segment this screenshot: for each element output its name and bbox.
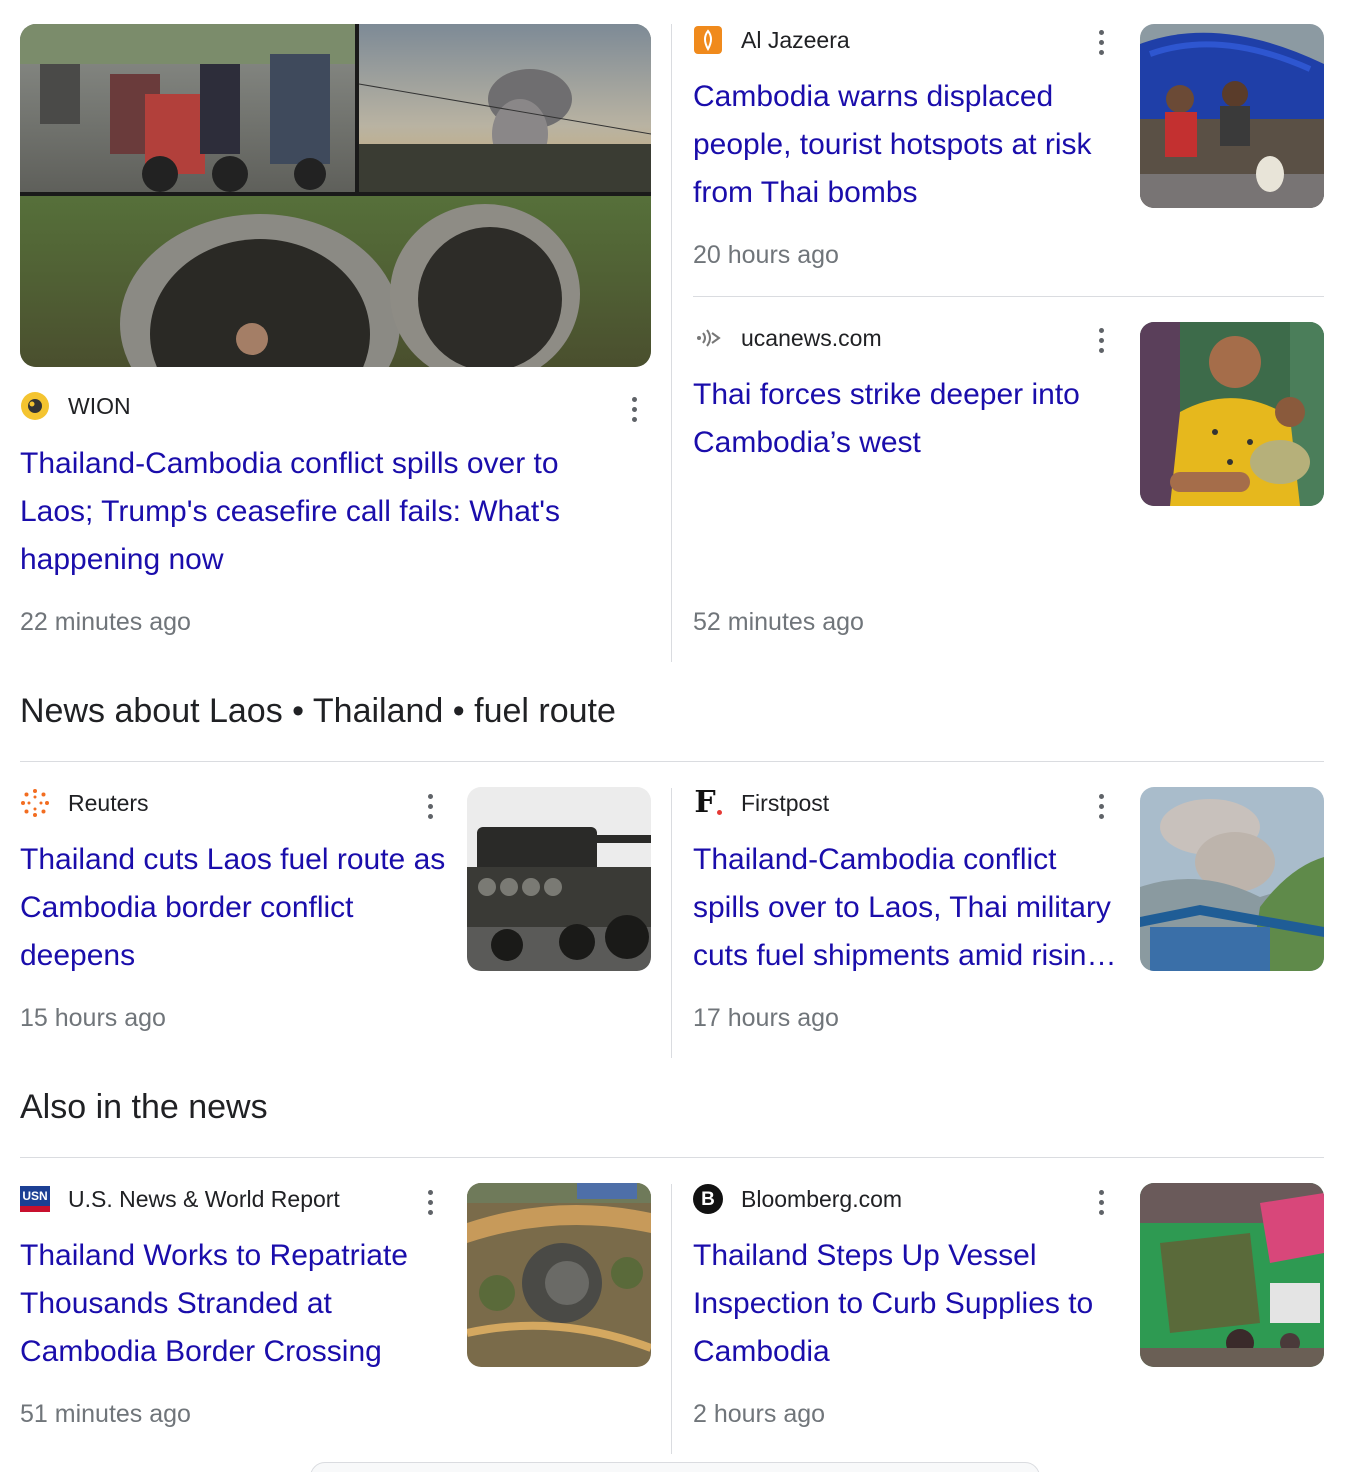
source-name: Firstpost: [741, 789, 830, 816]
section-heading: Also in the news: [20, 1088, 268, 1126]
source-name: U.S. News & World Report: [68, 1185, 340, 1212]
section-divider: [20, 761, 1324, 762]
source-name: Reuters: [68, 789, 149, 816]
article-thumbnail[interactable]: [1140, 787, 1324, 971]
bloomberg-logo-circle: B: [693, 1184, 723, 1214]
more-options-icon[interactable]: [1089, 323, 1113, 357]
article-title[interactable]: Thailand-Cambodia conflict spills over t…: [20, 440, 630, 584]
reuters-logo-icon: [20, 788, 50, 818]
article-title[interactable]: Thailand Steps Up Vessel Inspection to C…: [693, 1232, 1123, 1376]
source-wion[interactable]: WION: [20, 390, 131, 422]
article-thumbnail[interactable]: [467, 787, 651, 971]
aerial-image: [467, 1183, 651, 1367]
smoke-hills-image: [1140, 787, 1324, 971]
article-image-wion[interactable]: [20, 24, 651, 367]
more-options-icon[interactable]: [1089, 789, 1113, 823]
article-time: 52 minutes ago: [693, 608, 864, 636]
article-time: 20 hours ago: [693, 241, 839, 269]
column-divider: [671, 788, 672, 1058]
source-ucanews[interactable]: ucanews.com: [693, 322, 882, 354]
source-bloomberg[interactable]: B Bloomberg.com: [693, 1183, 902, 1215]
column-divider: [671, 1184, 672, 1454]
article-time: 2 hours ago: [693, 1400, 826, 1428]
article-title[interactable]: Thai forces strike deeper into Cambodia’…: [693, 371, 1123, 467]
bloomberg-logo-icon: B: [693, 1184, 723, 1214]
source-al-jazeera[interactable]: Al Jazeera: [693, 24, 850, 56]
section-heading: News about Laos • Thailand • fuel route: [20, 692, 616, 730]
source-name: Al Jazeera: [741, 26, 850, 53]
firstpost-logo-text: F: [694, 785, 716, 820]
firstpost-dot: [716, 809, 722, 815]
al-jazeera-logo-icon: [693, 25, 723, 55]
collage-image: [20, 24, 651, 367]
column-divider: [671, 24, 672, 662]
usn-logo-text: USN: [22, 1189, 48, 1203]
article-time: 22 minutes ago: [20, 608, 191, 636]
article-title[interactable]: Thailand cuts Laos fuel route as Cambodi…: [20, 836, 450, 980]
article-title[interactable]: Cambodia warns displaced people, tourist…: [693, 73, 1123, 217]
more-options-icon[interactable]: [418, 1185, 442, 1219]
source-name: WION: [68, 392, 131, 419]
source-us-news[interactable]: USN U.S. News & World Report: [20, 1183, 340, 1215]
article-thumbnail[interactable]: [1140, 1183, 1324, 1367]
more-news-button[interactable]: [310, 1462, 1040, 1472]
more-options-icon[interactable]: [1089, 1185, 1113, 1219]
article-thumbnail[interactable]: [467, 1183, 651, 1367]
article-title[interactable]: Thailand-Cambodia conflict spills over t…: [693, 836, 1119, 980]
article-thumbnail[interactable]: [1140, 322, 1324, 506]
section-divider: [20, 1157, 1324, 1158]
covered-cart-image: [1140, 24, 1324, 208]
usn-logo-icon: USN: [20, 1184, 50, 1214]
article-time: 17 hours ago: [693, 1004, 839, 1032]
more-options-icon[interactable]: [622, 392, 646, 426]
source-name: Bloomberg.com: [741, 1185, 903, 1212]
ucanews-logo-icon: [693, 323, 723, 353]
firstpost-logo-icon: F: [693, 788, 723, 818]
article-title[interactable]: Thailand Works to Repatriate Thousands S…: [20, 1232, 450, 1376]
article-time: 51 minutes ago: [20, 1400, 191, 1428]
source-firstpost[interactable]: F Firstpost: [693, 787, 829, 819]
source-name: ucanews.com: [741, 324, 882, 351]
tank-image: [467, 787, 651, 971]
mother-child-image: [1140, 322, 1324, 506]
article-thumbnail[interactable]: [1140, 24, 1324, 208]
divider: [693, 296, 1324, 297]
source-reuters[interactable]: Reuters: [20, 787, 149, 819]
article-time: 15 hours ago: [20, 1004, 166, 1032]
wion-logo-icon: [20, 391, 50, 421]
bloomberg-logo-text: B: [701, 1188, 715, 1210]
more-options-icon[interactable]: [418, 789, 442, 823]
camp-image: [1140, 1183, 1324, 1367]
more-options-icon[interactable]: [1089, 25, 1113, 59]
